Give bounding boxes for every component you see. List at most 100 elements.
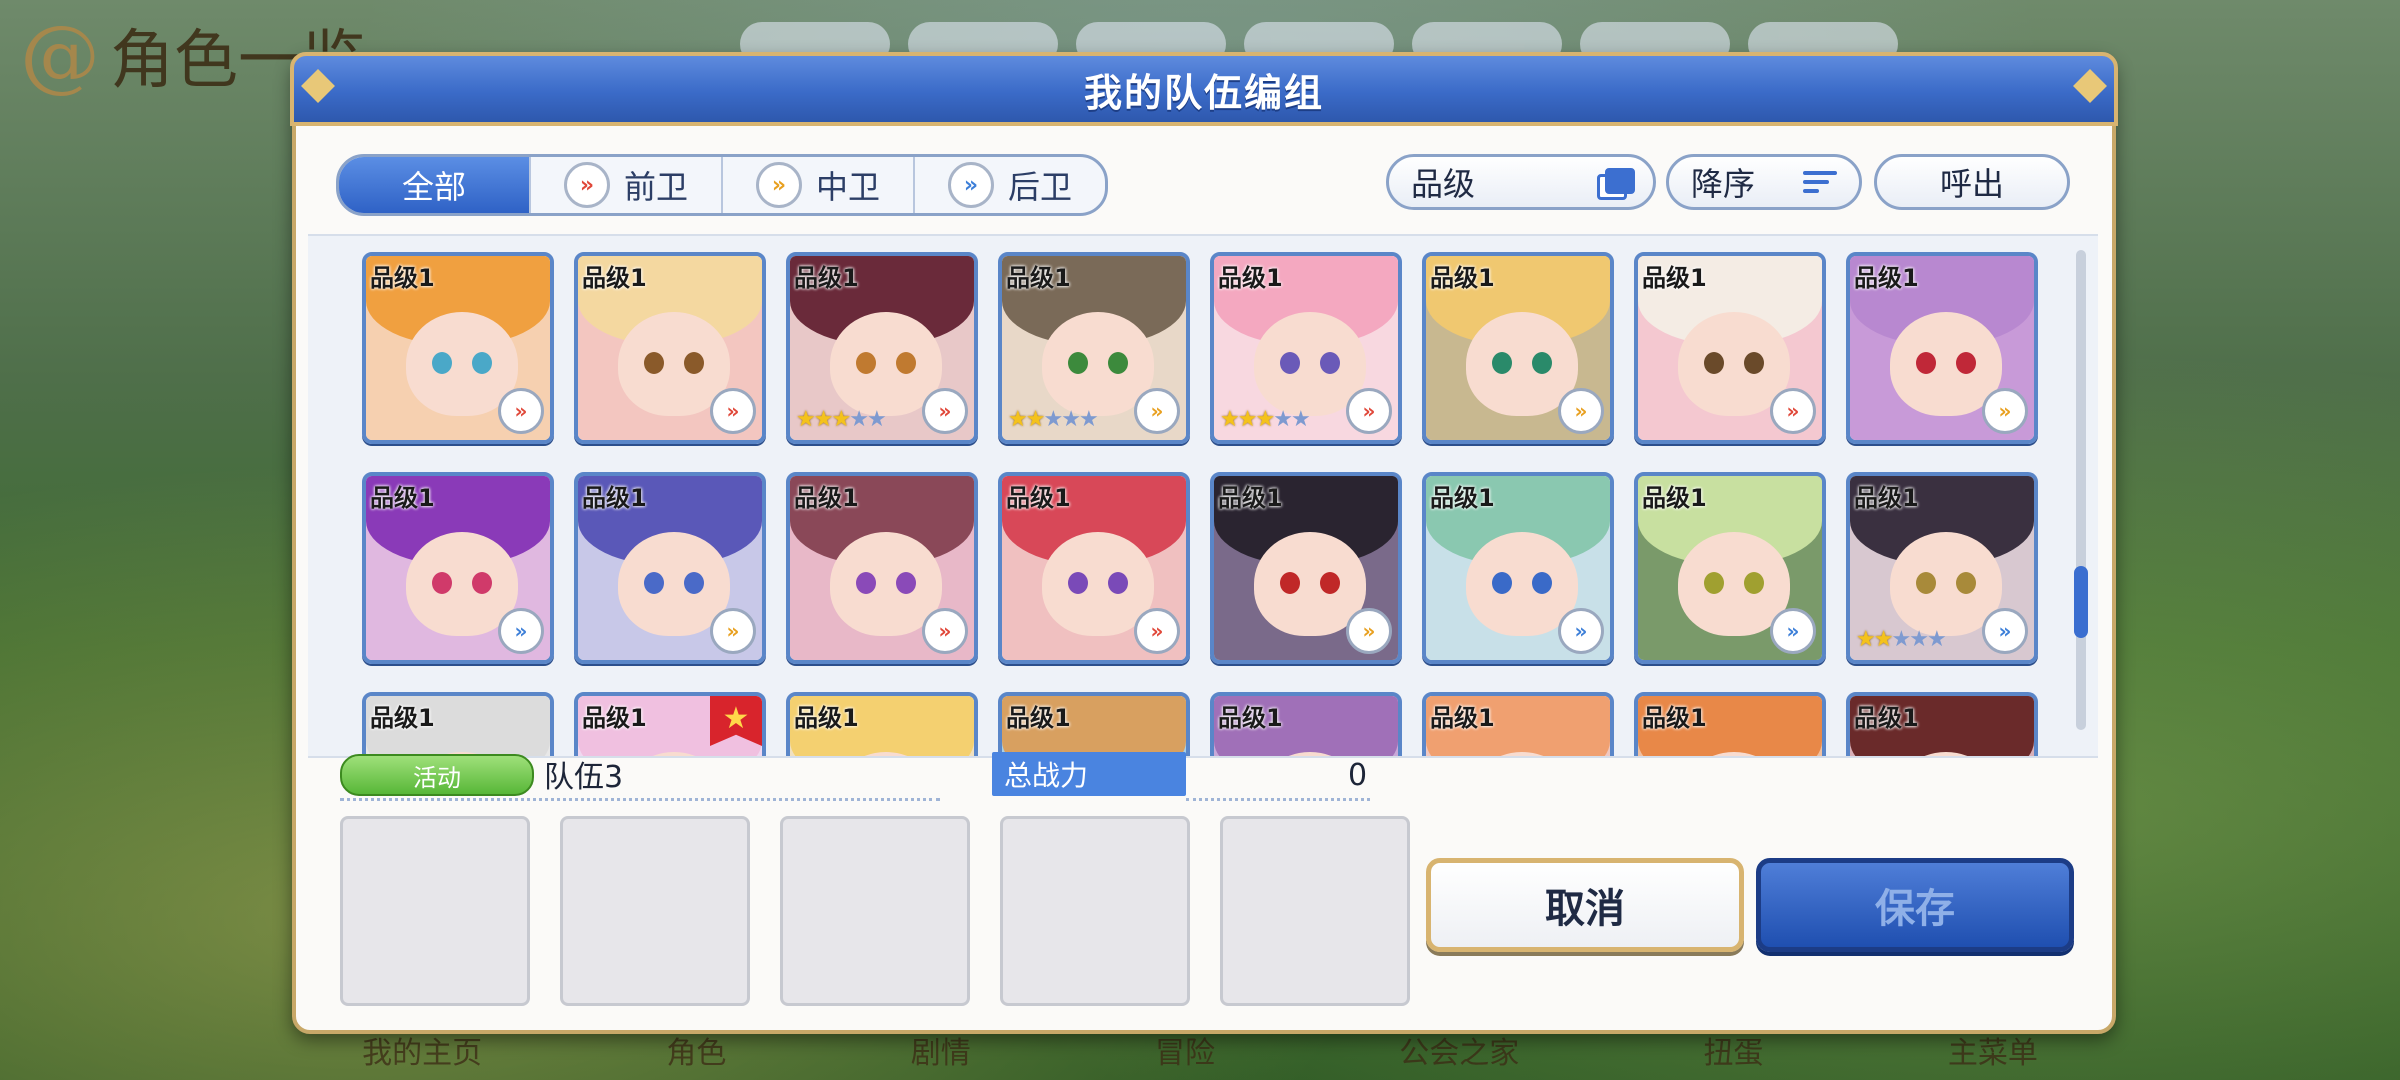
divider <box>1186 798 1370 801</box>
star-icon: ★ <box>1237 407 1258 432</box>
back-role-icon: » <box>1982 608 2028 654</box>
call-label: 呼出 <box>1939 165 2004 203</box>
nav-item: 剧情 <box>910 1036 971 1071</box>
filter-tab[interactable]: » 后卫 <box>915 157 1105 213</box>
dialog-title: 我的队伍编组 <box>1083 70 1324 115</box>
corner-ornament-icon <box>301 69 335 103</box>
filter-tab[interactable]: 全部 <box>339 157 531 213</box>
sort-order-button[interactable]: 降序 <box>1666 154 1862 210</box>
mid-role-icon: » <box>1558 388 1604 434</box>
team-slot[interactable] <box>1220 816 1410 1006</box>
star-icon: ★ <box>1078 407 1099 432</box>
grade-label: 品级1 <box>1854 484 1919 512</box>
star-icon: ★ <box>1025 407 1046 432</box>
star-icon: ★ <box>831 407 851 432</box>
grade-label: 品级1 <box>794 704 859 732</box>
character-card[interactable]: 品级1» <box>1846 692 2038 756</box>
front-role-icon: » <box>563 162 610 208</box>
grade-label: 品级1 <box>1642 704 1707 732</box>
cancel-button[interactable]: 取消 <box>1426 858 1744 952</box>
mid-role-icon: » <box>710 608 756 654</box>
dialog-header: 我的队伍编组 <box>290 52 2118 126</box>
character-card[interactable]: 品级1 ★★★★★» <box>786 252 978 444</box>
sort-key-label: 品级 <box>1411 165 1476 203</box>
star-icon: ★ <box>1043 407 1063 432</box>
team-name[interactable]: 队伍3 <box>544 752 623 796</box>
character-card[interactable]: 品级1» <box>1634 472 1826 664</box>
star-icon: ★ <box>1008 407 1028 432</box>
star-rating: ★★★★★ <box>1220 407 1311 432</box>
character-card[interactable]: 品级1» <box>1210 472 1402 664</box>
star-icon: ★ <box>1255 407 1275 432</box>
grade-label: 品级1 <box>1006 484 1071 512</box>
back-role-icon: » <box>498 608 544 654</box>
grade-label: 品级1 <box>1006 704 1071 732</box>
character-card[interactable]: 品级1» <box>786 692 978 756</box>
mid-role-icon: » <box>1982 388 2028 434</box>
star-icon: ★ <box>1273 407 1293 432</box>
grade-label: 品级1 <box>1218 484 1283 512</box>
character-card[interactable]: 品级1» <box>1422 252 1614 444</box>
character-card[interactable]: 品级1» <box>998 472 1190 664</box>
character-card[interactable]: 品级1 » <box>362 252 554 444</box>
front-role-icon: » <box>1770 388 1816 434</box>
grade-label: 品级1 <box>794 264 859 292</box>
character-card[interactable]: 品级1» <box>998 692 1190 756</box>
filter-tab[interactable]: » 中卫 <box>723 157 915 213</box>
character-card[interactable]: 品级1 » <box>574 472 766 664</box>
filter-tab[interactable]: » 前卫 <box>531 157 723 213</box>
character-card[interactable]: 品级1 » <box>362 472 554 664</box>
grade-label: 品级1 <box>1430 484 1495 512</box>
star-rating: ★★★★★ <box>796 407 887 432</box>
character-card[interactable]: 品级1» <box>1210 692 1402 756</box>
character-card[interactable]: 品级1» <box>1422 472 1614 664</box>
grade-label: 品级1 <box>1430 704 1495 732</box>
star-icon: ★ <box>1856 627 1876 652</box>
divider <box>340 798 940 801</box>
character-card[interactable]: 品级1» <box>1634 692 1826 756</box>
grade-label: 品级1 <box>1218 704 1283 732</box>
middle-role-icon: » <box>755 162 802 208</box>
grade-label: 品级1 <box>582 484 647 512</box>
character-list[interactable]: 品级1» 品级1» 品级1 ★★★★★» 品级1 ★★★★★» 品级1 ★★★★★» 品级1» 品… <box>308 234 2098 758</box>
star-rating: ★★★★★ <box>1008 407 1099 432</box>
character-card[interactable]: 品级1»★ <box>574 692 766 756</box>
star-icon: ★ <box>1220 407 1240 432</box>
filter-tab-label: 前卫 <box>623 168 688 206</box>
list-scrollbar[interactable] <box>2074 250 2088 730</box>
character-card[interactable]: 品级1» <box>1422 692 1614 756</box>
character-card[interactable]: 品级1 ★★★★★ » <box>1846 472 2038 664</box>
character-card[interactable]: 品级1» <box>1846 252 2038 444</box>
character-card[interactable]: 品级1 ★★★★★» <box>998 252 1190 444</box>
star-icon: ★ <box>849 407 869 432</box>
grade-label: 品级1 <box>1218 264 1283 292</box>
scrollbar-thumb[interactable] <box>2074 566 2088 638</box>
character-card[interactable]: 品级1» <box>362 692 554 756</box>
nav-item: 我的主页 <box>362 1036 483 1071</box>
grade-label: 品级1 <box>370 484 435 512</box>
filter-tab-label: 中卫 <box>815 168 880 206</box>
grade-label: 品级1 <box>582 704 647 732</box>
star-icon: ★ <box>1873 627 1894 652</box>
sort-lines-icon <box>1803 171 1837 193</box>
front-role-icon: » <box>710 388 756 434</box>
team-slot[interactable] <box>780 816 970 1006</box>
sort-key-button[interactable]: 品级 <box>1386 154 1656 210</box>
team-slot[interactable] <box>1000 816 1190 1006</box>
call-button[interactable]: 呼出 <box>1874 154 2070 210</box>
character-card[interactable]: 品级1 ★★★★★» <box>1210 252 1402 444</box>
star-rating: ★★★★★ <box>1856 627 1947 652</box>
character-card[interactable]: 品级1» <box>1634 252 1826 444</box>
grade-label: 品级1 <box>1006 264 1071 292</box>
team-slot[interactable] <box>340 816 530 1006</box>
character-card[interactable]: 品级1» <box>574 252 766 444</box>
team-slots <box>340 816 1410 1006</box>
position-filter: 全部 » 前卫 » 中卫 » 后卫 <box>336 154 1108 216</box>
save-button[interactable]: 保存 <box>1756 858 2074 952</box>
grade-label: 品级1 <box>370 264 435 292</box>
front-role-icon: » <box>498 388 544 434</box>
nav-item: 冒险 <box>1154 1036 1215 1071</box>
team-slot[interactable] <box>560 816 750 1006</box>
nav-item: 公会之家 <box>1399 1036 1520 1071</box>
character-card[interactable]: 品级1» <box>786 472 978 664</box>
